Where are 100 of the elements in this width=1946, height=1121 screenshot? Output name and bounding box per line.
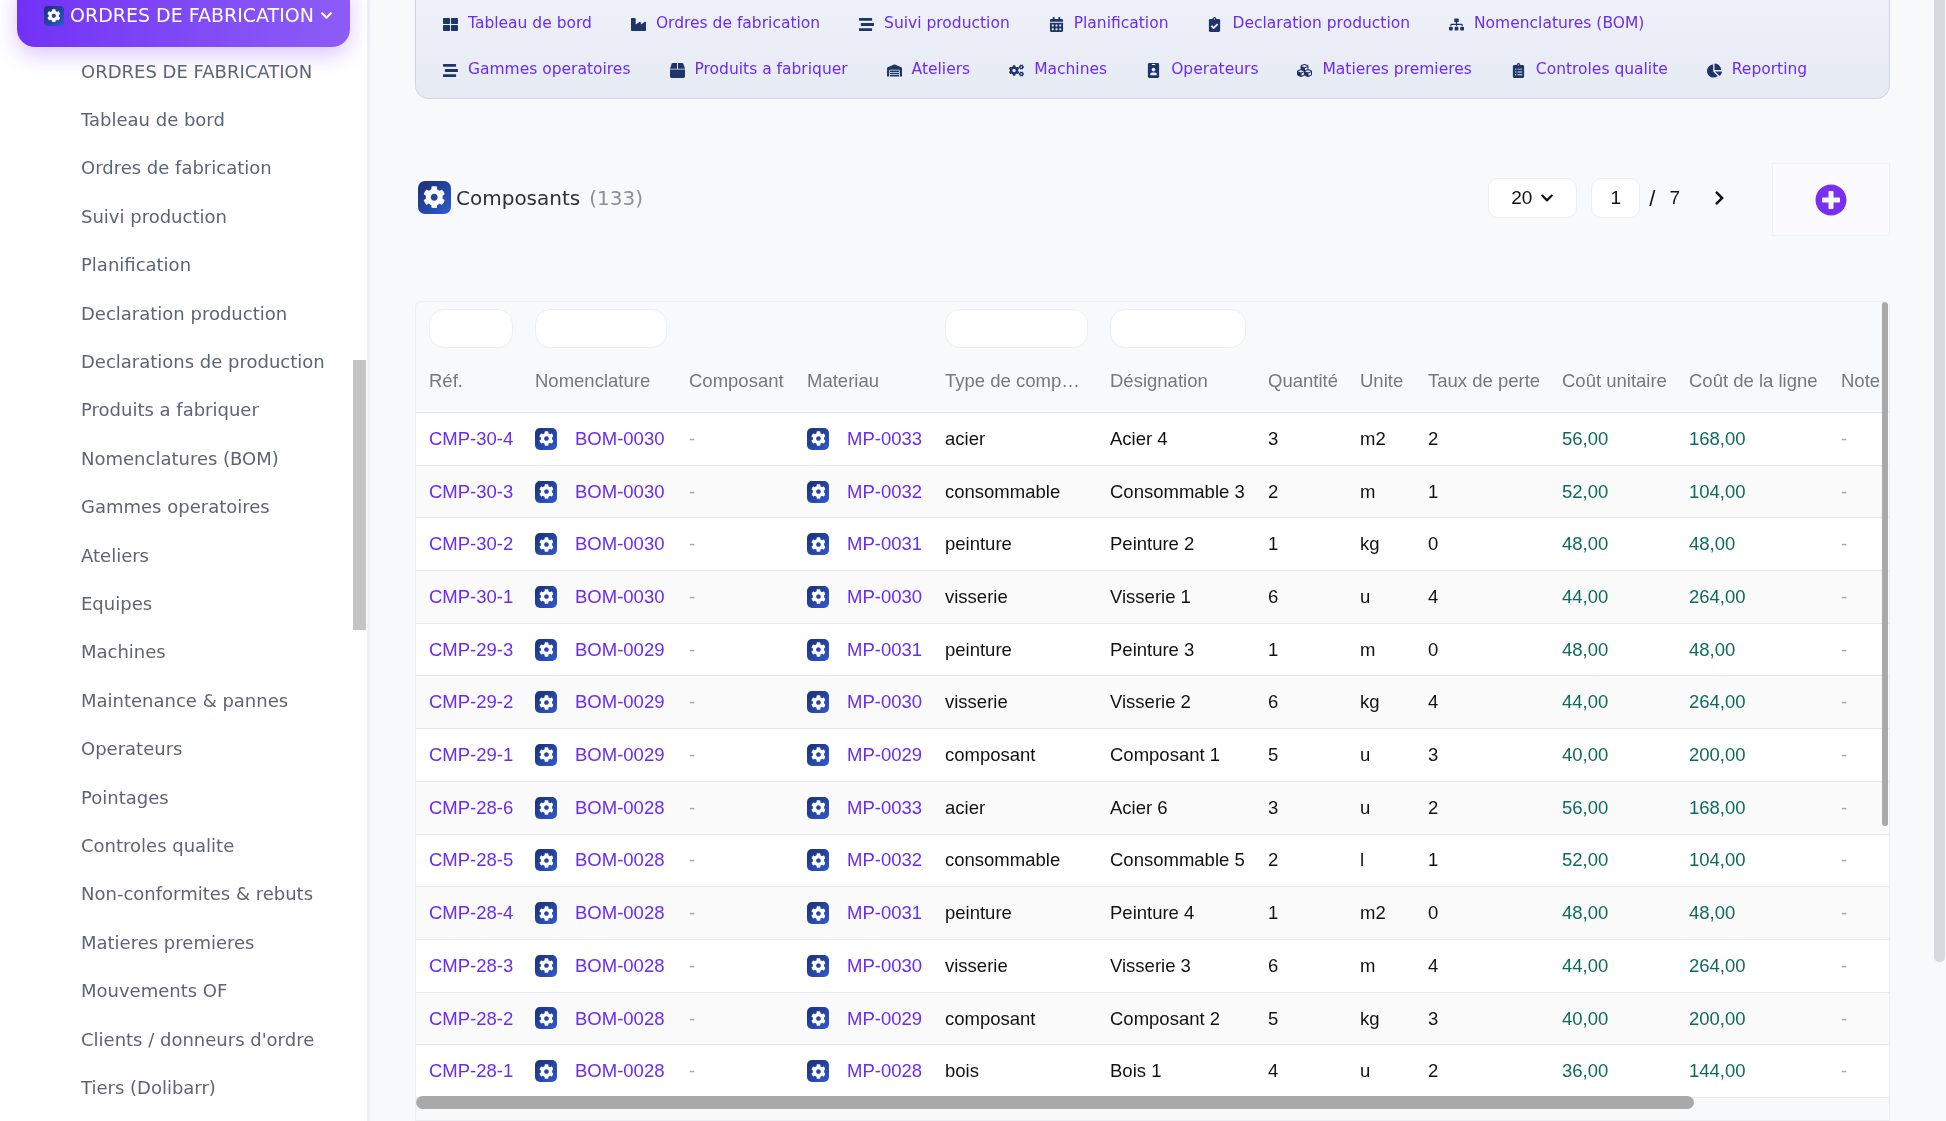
table-link[interactable]: CMP-28-3 <box>429 951 514 980</box>
page-size-select[interactable]: 20 <box>1488 178 1578 218</box>
sidebar-item[interactable]: Declarations de production <box>81 337 325 386</box>
table-link[interactable]: CMP-30-1 <box>429 583 514 611</box>
nav-link[interactable]: Nomenclatures (BOM) <box>1449 11 1645 37</box>
clipboard-list-icon <box>1510 62 1526 78</box>
nav-link[interactable]: Gammes operatoires <box>443 57 631 83</box>
nav-link[interactable]: Controles qualite <box>1510 57 1668 83</box>
gears-icon <box>1009 62 1025 78</box>
table-link[interactable]: MP-0031 <box>847 899 923 927</box>
table-link[interactable]: MP-0029 <box>847 1004 923 1033</box>
table-link[interactable]: CMP-28-2 <box>429 1004 514 1033</box>
sidebar-item[interactable]: Tiers (Dolibarr) <box>81 1063 216 1112</box>
table-link[interactable]: CMP-30-4 <box>429 424 514 453</box>
column-header: Nomenclature <box>535 369 651 391</box>
table-link[interactable]: MP-0031 <box>847 635 923 664</box>
sidebar-item[interactable]: Declaration production <box>81 288 288 338</box>
add-button[interactable] <box>1772 163 1890 236</box>
table-link[interactable]: MP-0032 <box>847 846 923 875</box>
sidebar-item[interactable]: Matieres premieres <box>81 918 255 967</box>
nav-link[interactable]: Machines <box>1009 57 1108 83</box>
table-link[interactable]: BOM-0030 <box>575 530 665 559</box>
column-header: Materiau <box>807 369 879 391</box>
table-link[interactable]: BOM-0028 <box>575 899 665 927</box>
table-link[interactable]: MP-0030 <box>847 583 923 611</box>
table-link[interactable]: MP-0030 <box>847 951 923 980</box>
table-link[interactable]: CMP-29-2 <box>429 688 514 717</box>
sidebar-item[interactable]: Planification <box>81 240 192 289</box>
gear-icon <box>535 427 557 450</box>
cell-text: - <box>689 479 696 504</box>
sidebar-item[interactable]: Pointages <box>81 772 169 822</box>
gear-icon <box>807 849 829 872</box>
table-link[interactable]: MP-0029 <box>847 741 923 769</box>
cell-text: consommable <box>945 479 1061 504</box>
sidebar-item[interactable]: Controles qualite <box>81 821 235 870</box>
table-link[interactable]: CMP-28-5 <box>429 846 514 875</box>
sidebar-item[interactable]: Gammes operatoires <box>81 482 270 531</box>
table-link[interactable]: CMP-30-3 <box>429 477 514 506</box>
nav-link[interactable]: Matieres premieres <box>1297 57 1472 83</box>
table-link[interactable]: CMP-29-1 <box>429 741 514 769</box>
cell-text: 6 <box>1268 585 1279 610</box>
page-input[interactable]: 1 <box>1591 178 1641 218</box>
nav-link[interactable]: Produits a fabriquer <box>669 57 848 83</box>
table-link[interactable]: MP-0033 <box>847 793 923 822</box>
sidebar-item[interactable]: Produits a fabriquer <box>81 385 259 435</box>
nav-link[interactable]: Planification <box>1048 11 1169 37</box>
sidebar-item[interactable]: Equipes <box>81 579 153 628</box>
table-link[interactable]: CMP-28-4 <box>429 899 514 927</box>
table-link[interactable]: CMP-29-3 <box>429 635 514 664</box>
cell-text: visserie <box>945 585 1008 610</box>
sidebar-item[interactable]: Maintenance & pannes <box>81 676 289 725</box>
cell-text: - <box>689 426 696 451</box>
sidebar-item[interactable]: Clients / donneurs d'ordre <box>81 1014 315 1064</box>
nav-link[interactable]: Reporting <box>1706 57 1808 83</box>
table-link[interactable]: BOM-0028 <box>575 951 665 980</box>
table-link[interactable]: MP-0030 <box>847 688 923 717</box>
scrollbar-thumb[interactable] <box>1882 302 1888 826</box>
nav-link[interactable]: Tableau de bord <box>443 11 592 37</box>
sidebar-item[interactable]: ORDRES DE FABRICATION <box>81 47 313 96</box>
table-link[interactable]: BOM-0030 <box>575 583 665 611</box>
table-link[interactable]: BOM-0029 <box>575 688 665 717</box>
cell-text: - <box>1841 585 1848 610</box>
nav-link[interactable]: Declaration production <box>1207 11 1410 37</box>
table-link[interactable]: BOM-0028 <box>575 1057 665 1085</box>
next-page-button[interactable] <box>1713 189 1726 207</box>
cell-text: 1 <box>1428 479 1439 504</box>
scrollbar-thumb[interactable] <box>353 360 366 630</box>
sidebar-item[interactable]: Tableau de bord <box>81 95 225 144</box>
sidebar-item[interactable]: Ordres de fabrication <box>81 143 272 193</box>
table-link[interactable]: BOM-0028 <box>575 793 665 822</box>
table-link[interactable]: MP-0031 <box>847 530 923 559</box>
table-link[interactable]: BOM-0028 <box>575 1004 665 1033</box>
sidebar-item[interactable]: Nomenclatures (BOM) <box>81 434 279 483</box>
sidebar-item[interactable]: Suivi production <box>81 192 227 241</box>
sidebar-item[interactable]: Ateliers <box>81 530 149 580</box>
table-link[interactable]: BOM-0028 <box>575 846 665 875</box>
table-link[interactable]: MP-0028 <box>847 1057 923 1085</box>
table-link[interactable]: CMP-30-2 <box>429 530 514 559</box>
table-link[interactable]: BOM-0030 <box>575 424 665 453</box>
cell-text: - <box>689 848 696 873</box>
table-link[interactable]: MP-0032 <box>847 477 923 506</box>
nav-link[interactable]: Ordres de fabrication <box>630 11 821 37</box>
nav-link[interactable]: Operateurs <box>1146 57 1259 83</box>
cell-text: 3 <box>1428 1006 1439 1031</box>
table-link[interactable]: BOM-0029 <box>575 741 665 769</box>
table-link[interactable]: CMP-28-1 <box>429 1057 514 1085</box>
module-dropdown[interactable]: ORDRES DE FABRICATION <box>17 0 350 47</box>
cell-text: 40,00 <box>1562 743 1609 768</box>
column-header: Note <box>1841 369 1881 391</box>
table-link[interactable]: BOM-0030 <box>575 477 665 506</box>
nav-link[interactable]: Suivi production <box>859 11 1010 37</box>
table-link[interactable]: MP-0033 <box>847 424 923 453</box>
sidebar-item[interactable]: Machines <box>81 627 166 677</box>
table-link[interactable]: BOM-0029 <box>575 635 665 664</box>
sidebar-item[interactable]: Non-conformites & rebuts <box>81 869 313 919</box>
sidebar-item[interactable]: Mouvements OF <box>81 966 228 1015</box>
table-link[interactable]: CMP-28-6 <box>429 793 514 822</box>
sidebar-item[interactable]: Operateurs <box>81 724 183 773</box>
scrollbar-thumb[interactable] <box>1934 0 1945 962</box>
nav-link[interactable]: Ateliers <box>886 57 971 83</box>
